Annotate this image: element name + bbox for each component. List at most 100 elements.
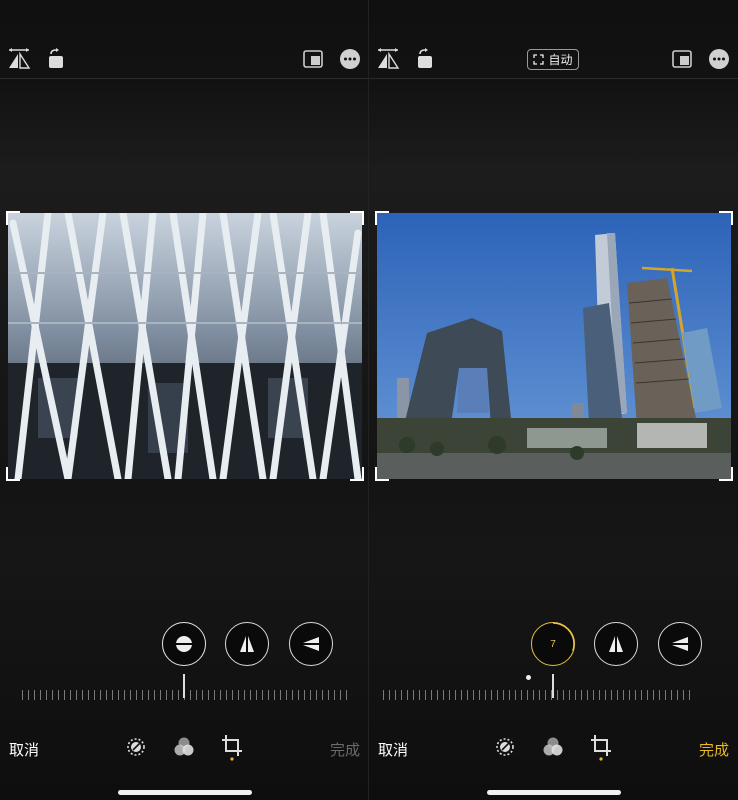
vertical-perspective-button[interactable] [594,622,638,666]
crop-icon[interactable] [219,734,245,761]
ruler-tick [292,690,293,700]
ruler-tick [262,690,263,700]
ruler-tick [617,690,618,700]
ruler-tick [383,690,384,700]
cancel-button[interactable]: 取消 [378,739,408,760]
ruler-tick [118,690,119,700]
ruler-tick [160,690,161,700]
ruler-tick [298,690,299,700]
ruler-tick [557,690,558,700]
ruler-tick [593,690,594,700]
ruler-tick [641,690,642,700]
flip-icon[interactable] [375,46,401,72]
ruler-tick [196,690,197,700]
filters-icon[interactable] [540,734,566,760]
ruler-tick [647,690,648,700]
ruler-tick [623,690,624,700]
vertical-perspective-icon [240,634,254,654]
ruler-tick [473,690,474,700]
toolbar-divider [369,78,738,79]
ruler-tick [202,690,203,700]
ruler-tick [328,690,329,700]
horizontal-perspective-icon [670,637,690,651]
ruler-tick [563,690,564,700]
ruler-tick [449,690,450,700]
ruler-tick [94,690,95,700]
ruler-tick [46,690,47,700]
rotate-icon[interactable] [43,46,69,72]
ruler-tick [653,690,654,700]
more-icon[interactable] [706,46,732,72]
ruler-tick [467,690,468,700]
ruler-tick [497,690,498,700]
ruler-tick [527,690,528,700]
horizon-straighten-icon [174,636,194,652]
ruler-tick [581,690,582,700]
ruler-tick [569,690,570,700]
more-icon[interactable] [337,46,363,72]
right-editor-panel: 自动 7 取消 完成 [369,0,738,800]
ruler-tick [268,690,269,700]
flip-icon[interactable] [6,46,32,72]
auto-frame-icon [533,54,545,65]
ruler-tick [611,690,612,700]
ruler-tick [334,690,335,700]
horizontal-perspective-button[interactable] [658,622,702,666]
ruler-tick [274,690,275,700]
rotate-icon[interactable] [412,46,438,72]
adjust-icon[interactable] [123,734,149,760]
ruler-tick [310,690,311,700]
ruler-tick [533,690,534,700]
ruler-tick [443,690,444,700]
left-editor-panel: 取消 完成 [0,0,369,800]
ruler-tick [304,690,305,700]
ruler-tick [455,690,456,700]
ruler-tick [226,690,227,700]
ruler-tick [671,690,672,700]
aspect-ratio-icon[interactable] [669,46,695,72]
vertical-perspective-button[interactable] [225,622,269,666]
ruler-tick [28,690,29,700]
photo-city-skyline[interactable] [375,211,733,481]
home-indicator [487,790,621,795]
ruler-tick [389,690,390,700]
adjust-icon[interactable] [492,734,518,760]
horizontal-perspective-button[interactable] [289,622,333,666]
ruler-tick [503,690,504,700]
ruler-tick [52,690,53,700]
done-button[interactable]: 完成 [699,739,729,760]
ruler-tick [425,690,426,700]
ruler-tick [479,690,480,700]
crop-icon[interactable] [588,734,614,761]
adjustment-ruler[interactable] [22,690,348,702]
vertical-value-button[interactable]: 7 [530,621,575,666]
ruler-tick [172,690,173,700]
ruler-tick [413,690,414,700]
ruler-tick [238,690,239,700]
auto-straighten-button[interactable]: 自动 [527,49,579,70]
ruler-tick [232,690,233,700]
cancel-button[interactable]: 取消 [9,739,39,760]
ruler-tick [599,690,600,700]
ruler-tick [629,690,630,700]
ruler-tick [88,690,89,700]
ruler-tick [340,690,341,700]
ruler-tick [154,690,155,700]
horizon-straighten-button[interactable] [162,622,206,666]
ruler-tick [677,690,678,700]
ruler-tick [689,690,690,700]
ruler-tick [575,690,576,700]
adjustment-ruler[interactable] [383,690,693,702]
ruler-tick [280,690,281,700]
ruler-tick [587,690,588,700]
ruler-tick [419,690,420,700]
done-button[interactable]: 完成 [330,739,360,760]
ruler-tick [112,690,113,700]
photo-building-facade[interactable] [6,211,364,481]
ruler-tick [322,690,323,700]
filters-icon[interactable] [171,734,197,760]
aspect-ratio-icon[interactable] [300,46,326,72]
value-progress-ring [530,621,575,666]
ruler-tick [256,690,257,700]
ruler-tick [401,690,402,700]
